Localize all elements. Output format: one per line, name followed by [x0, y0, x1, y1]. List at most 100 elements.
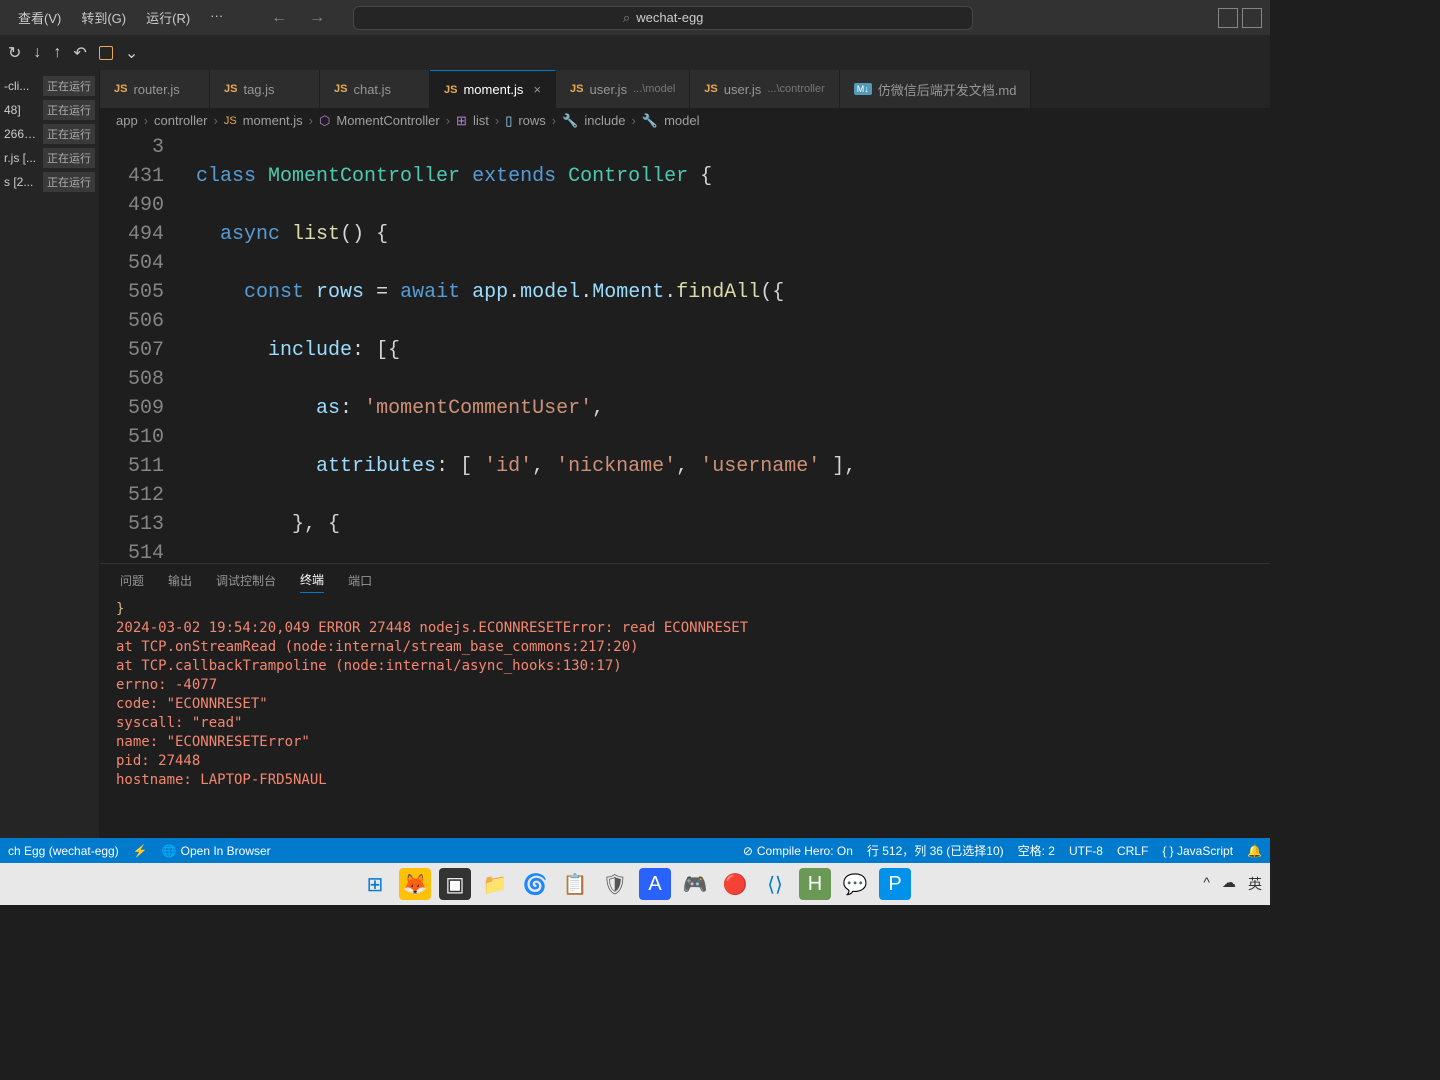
taskbar-app-icon[interactable]: 📋: [559, 868, 591, 900]
debug-session[interactable]: -cli... 正在运行: [0, 74, 99, 98]
terminal-line: syscall: "read": [116, 714, 1254, 733]
menu-goto[interactable]: 转到(G): [71, 4, 136, 31]
tray-cloud-icon[interactable]: ☁: [1222, 874, 1236, 894]
status-language[interactable]: { } JavaScript: [1162, 844, 1233, 858]
line-numbers: 3 431 490 494 504 505 506 507 508 509 51…: [100, 133, 180, 563]
taskbar-app-icon[interactable]: A: [639, 868, 671, 900]
debug-session[interactable]: 48] 正在运行: [0, 98, 99, 122]
status-notification-icon[interactable]: 🔔: [1247, 844, 1262, 858]
system-tray[interactable]: ^ ☁ 英: [1203, 874, 1262, 894]
tab-router[interactable]: JSrouter.js: [100, 70, 210, 108]
crumb[interactable]: MomentController: [336, 113, 439, 128]
panel-tab-ports[interactable]: 端口: [348, 568, 372, 593]
start-menu-icon[interactable]: ⊞: [359, 868, 391, 900]
terminal-line: at TCP.callbackTrampoline (node:internal…: [116, 657, 1254, 676]
tab-user-model[interactable]: JSuser.js...\model: [556, 70, 690, 108]
taskbar-app-icon[interactable]: 🦊: [399, 868, 431, 900]
nav-arrows: ← →: [263, 7, 333, 29]
crumb[interactable]: app: [116, 113, 138, 128]
status-open-browser[interactable]: 🌐Open In Browser: [162, 844, 271, 858]
command-center[interactable]: ⌕ wechat-egg: [353, 6, 973, 30]
tab-user-controller[interactable]: JSuser.js...\controller: [690, 70, 840, 108]
terminal-line: errno: -4077: [116, 676, 1254, 695]
edge-browser-icon[interactable]: 🌀: [519, 868, 551, 900]
taskbar-app-icon[interactable]: 💬: [839, 868, 871, 900]
stop-icon[interactable]: [99, 46, 113, 60]
tray-chevron-icon[interactable]: ^: [1203, 874, 1210, 894]
code-content[interactable]: class MomentController extends Controlle…: [180, 133, 1270, 563]
taskbar-app-icon[interactable]: 🛡: [599, 868, 631, 900]
toggle-panel-icon[interactable]: [1218, 8, 1238, 28]
taskbar-app-icon[interactable]: H: [799, 868, 831, 900]
file-explorer-icon[interactable]: 📁: [479, 868, 511, 900]
taskbar-app-icon[interactable]: ▣: [439, 868, 471, 900]
tab-doc-md[interactable]: M↓仿微信后端开发文档.md: [840, 70, 1032, 108]
nav-forward-icon[interactable]: →: [301, 7, 333, 29]
panel-tab-terminal[interactable]: 终端: [300, 567, 324, 593]
no-icon: ⊘: [743, 844, 753, 858]
status-compile-hero[interactable]: ⊘Compile Hero: On: [743, 844, 853, 858]
debug-session[interactable]: s [2... 正在运行: [0, 170, 99, 194]
search-text: wechat-egg: [636, 10, 703, 25]
continue-icon[interactable]: ↻: [8, 43, 21, 63]
js-icon: JS: [444, 84, 457, 96]
titlebar: 查看(V) 转到(G) 运行(R) ··· ← → ⌕ wechat-egg: [0, 0, 1270, 35]
js-icon: JS: [224, 115, 237, 127]
crumb[interactable]: rows: [518, 113, 545, 128]
debug-toolbar: ↻ ↓ ↑ ↶ ⌄: [0, 35, 1270, 70]
method-icon: ⊞: [456, 113, 467, 129]
toggle-sidebar-icon[interactable]: [1242, 8, 1262, 28]
chrome-icon[interactable]: 🔴: [719, 868, 751, 900]
crumb[interactable]: controller: [154, 113, 207, 128]
layout-controls: [1218, 8, 1262, 28]
chevron-down-icon[interactable]: ⌄: [125, 43, 138, 63]
class-icon: ⬡: [319, 113, 330, 129]
vscode-icon[interactable]: ⟨⟩: [759, 868, 791, 900]
undo-icon[interactable]: ↶: [73, 43, 86, 63]
tab-chat[interactable]: JSchat.js: [320, 70, 430, 108]
close-icon[interactable]: ×: [533, 82, 541, 97]
status-spaces[interactable]: 空格: 2: [1018, 842, 1055, 859]
status-lightning-icon[interactable]: ⚡: [133, 844, 148, 858]
crumb[interactable]: list: [473, 113, 489, 128]
debug-session[interactable]: 2667... 正在运行: [0, 122, 99, 146]
menu-overflow[interactable]: ···: [200, 4, 233, 31]
menu-run[interactable]: 运行(R): [136, 4, 200, 31]
panel-tab-problems[interactable]: 问题: [120, 568, 144, 593]
tray-ime-icon[interactable]: 英: [1248, 874, 1262, 894]
bottom-panel: 问题 输出 调试控制台 终端 端口 } 2024-03-02 19:54:20,…: [100, 563, 1270, 838]
search-icon: ⌕: [623, 10, 630, 26]
tab-tag[interactable]: JStag.js: [210, 70, 320, 108]
breadcrumb[interactable]: app› controller› JSmoment.js› ⬡MomentCon…: [100, 108, 1270, 133]
panel-tab-debug-console[interactable]: 调试控制台: [216, 568, 276, 593]
status-branch[interactable]: ch Egg (wechat-egg): [8, 844, 119, 858]
terminal-line: at TCP.onStreamRead (node:internal/strea…: [116, 638, 1254, 657]
js-icon: JS: [114, 83, 127, 95]
menu-view[interactable]: 查看(V): [8, 4, 71, 31]
crumb[interactable]: model: [664, 113, 699, 128]
taskbar-app-icon[interactable]: P: [879, 868, 911, 900]
terminal-content[interactable]: } 2024-03-02 19:54:20,049 ERROR 27448 no…: [100, 596, 1270, 838]
status-cursor[interactable]: 行 512，列 36 (已选择10): [867, 842, 1004, 859]
xbox-icon[interactable]: 🎮: [679, 868, 711, 900]
panel-tab-output[interactable]: 输出: [168, 568, 192, 593]
menu-bar: 查看(V) 转到(G) 运行(R) ···: [8, 4, 233, 31]
crumb[interactable]: moment.js: [243, 113, 303, 128]
windows-taskbar: ⊞ 🦊 ▣ 📁 🌀 📋 🛡 A 🎮 🔴 ⟨⟩ H 💬 P ^ ☁ 英: [0, 863, 1270, 905]
terminal-line: code: "ECONNRESET": [116, 695, 1254, 714]
terminal-line: pid: 27448: [116, 752, 1254, 771]
code-editor[interactable]: 3 431 490 494 504 505 506 507 508 509 51…: [100, 133, 1270, 563]
js-icon: JS: [570, 83, 583, 95]
step-out-icon[interactable]: ↑: [53, 44, 61, 62]
tab-moment[interactable]: JSmoment.js×: [430, 70, 556, 108]
status-bar: ch Egg (wechat-egg) ⚡ 🌐Open In Browser ⊘…: [0, 838, 1270, 863]
debug-session[interactable]: r.js [... 正在运行: [0, 146, 99, 170]
globe-icon: 🌐: [162, 844, 177, 858]
terminal-line: }: [116, 600, 1254, 619]
property-icon: 🔧: [562, 113, 578, 129]
crumb[interactable]: include: [584, 113, 625, 128]
status-encoding[interactable]: UTF-8: [1069, 844, 1103, 858]
step-into-icon[interactable]: ↓: [33, 44, 41, 62]
status-eol[interactable]: CRLF: [1117, 844, 1148, 858]
nav-back-icon[interactable]: ←: [263, 7, 295, 29]
